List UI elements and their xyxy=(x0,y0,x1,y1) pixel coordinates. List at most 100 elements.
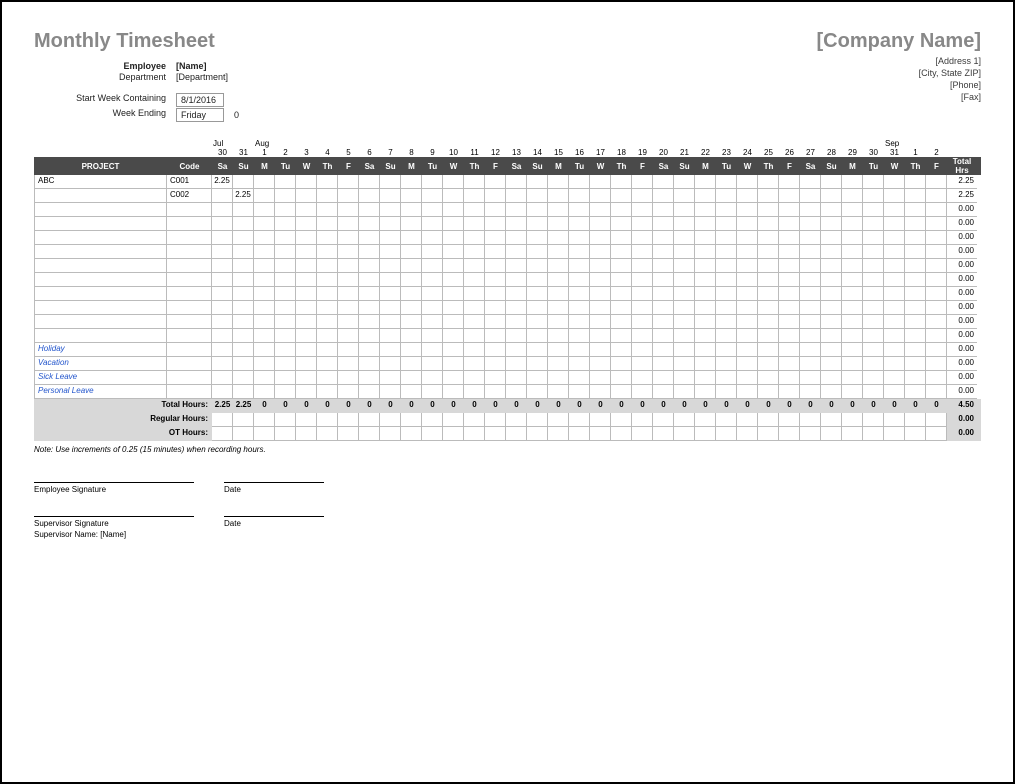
hours-cell[interactable] xyxy=(821,357,842,371)
hours-cell[interactable] xyxy=(695,357,716,371)
hours-cell[interactable] xyxy=(422,371,443,385)
hours-cell[interactable] xyxy=(611,245,632,259)
hours-cell[interactable] xyxy=(212,301,233,315)
hours-cell[interactable] xyxy=(905,175,926,189)
hours-cell[interactable] xyxy=(632,203,653,217)
total-day-cell[interactable] xyxy=(821,427,842,441)
hours-cell[interactable] xyxy=(506,259,527,273)
total-day-cell[interactable] xyxy=(401,413,422,427)
hours-cell[interactable] xyxy=(884,301,905,315)
hours-cell[interactable] xyxy=(548,273,569,287)
hours-cell[interactable] xyxy=(212,385,233,399)
hours-cell[interactable] xyxy=(716,329,737,343)
hours-cell[interactable] xyxy=(359,217,380,231)
hours-cell[interactable] xyxy=(380,217,401,231)
hours-cell[interactable] xyxy=(653,385,674,399)
hours-cell[interactable] xyxy=(716,231,737,245)
total-day-cell[interactable] xyxy=(737,413,758,427)
hours-cell[interactable] xyxy=(842,217,863,231)
hours-cell[interactable] xyxy=(401,231,422,245)
hours-cell[interactable] xyxy=(569,287,590,301)
hours-cell[interactable] xyxy=(380,385,401,399)
hours-cell[interactable] xyxy=(275,385,296,399)
hours-cell[interactable] xyxy=(737,357,758,371)
hours-cell[interactable] xyxy=(485,189,506,203)
hours-cell[interactable] xyxy=(758,385,779,399)
hours-cell[interactable] xyxy=(884,371,905,385)
hours-cell[interactable] xyxy=(443,329,464,343)
hours-cell[interactable] xyxy=(254,315,275,329)
hours-cell[interactable] xyxy=(695,329,716,343)
total-day-cell[interactable] xyxy=(254,427,275,441)
hours-cell[interactable] xyxy=(926,175,947,189)
hours-cell[interactable] xyxy=(464,273,485,287)
hours-cell[interactable] xyxy=(422,231,443,245)
hours-cell[interactable] xyxy=(233,301,254,315)
hours-cell[interactable] xyxy=(842,357,863,371)
hours-cell[interactable] xyxy=(548,357,569,371)
hours-cell[interactable] xyxy=(737,343,758,357)
hours-cell[interactable] xyxy=(527,287,548,301)
hours-cell[interactable] xyxy=(758,217,779,231)
hours-cell[interactable] xyxy=(422,203,443,217)
hours-cell[interactable] xyxy=(674,343,695,357)
hours-cell[interactable] xyxy=(275,245,296,259)
hours-cell[interactable] xyxy=(674,315,695,329)
hours-cell[interactable] xyxy=(296,329,317,343)
hours-cell[interactable] xyxy=(380,259,401,273)
hours-cell[interactable] xyxy=(674,231,695,245)
total-day-cell[interactable] xyxy=(212,427,233,441)
hours-cell[interactable] xyxy=(863,259,884,273)
total-day-cell[interactable] xyxy=(653,427,674,441)
total-day-cell[interactable] xyxy=(821,413,842,427)
hours-cell[interactable] xyxy=(254,217,275,231)
hours-cell[interactable] xyxy=(905,203,926,217)
hours-cell[interactable] xyxy=(233,175,254,189)
hours-cell[interactable] xyxy=(443,203,464,217)
hours-cell[interactable] xyxy=(884,217,905,231)
hours-cell[interactable] xyxy=(275,343,296,357)
hours-cell[interactable] xyxy=(275,259,296,273)
hours-cell[interactable] xyxy=(422,329,443,343)
hours-cell[interactable] xyxy=(212,287,233,301)
hours-cell[interactable] xyxy=(863,203,884,217)
hours-cell[interactable] xyxy=(548,315,569,329)
total-day-cell[interactable] xyxy=(674,413,695,427)
hours-cell[interactable] xyxy=(590,343,611,357)
total-day-cell[interactable] xyxy=(464,427,485,441)
project-cell[interactable]: Sick Leave xyxy=(34,371,167,385)
hours-cell[interactable] xyxy=(317,259,338,273)
hours-cell[interactable] xyxy=(338,343,359,357)
hours-cell[interactable] xyxy=(695,315,716,329)
hours-cell[interactable] xyxy=(527,175,548,189)
hours-cell[interactable] xyxy=(569,231,590,245)
hours-cell[interactable] xyxy=(275,301,296,315)
hours-cell[interactable] xyxy=(821,259,842,273)
hours-cell[interactable] xyxy=(821,329,842,343)
hours-cell[interactable] xyxy=(254,301,275,315)
total-day-cell[interactable] xyxy=(527,427,548,441)
hours-cell[interactable] xyxy=(548,217,569,231)
code-cell[interactable] xyxy=(167,357,212,371)
hours-cell[interactable] xyxy=(632,301,653,315)
hours-cell[interactable] xyxy=(422,175,443,189)
hours-cell[interactable] xyxy=(905,259,926,273)
project-cell[interactable] xyxy=(34,231,167,245)
hours-cell[interactable] xyxy=(863,175,884,189)
hours-cell[interactable] xyxy=(737,175,758,189)
hours-cell[interactable] xyxy=(884,189,905,203)
hours-cell[interactable] xyxy=(758,315,779,329)
hours-cell[interactable] xyxy=(716,385,737,399)
hours-cell[interactable] xyxy=(779,301,800,315)
hours-cell[interactable] xyxy=(842,231,863,245)
hours-cell[interactable] xyxy=(464,357,485,371)
hours-cell[interactable] xyxy=(380,357,401,371)
total-day-cell[interactable] xyxy=(422,413,443,427)
hours-cell[interactable] xyxy=(485,329,506,343)
hours-cell[interactable] xyxy=(779,357,800,371)
hours-cell[interactable] xyxy=(275,357,296,371)
hours-cell[interactable] xyxy=(296,203,317,217)
hours-cell[interactable] xyxy=(317,343,338,357)
hours-cell[interactable] xyxy=(527,203,548,217)
hours-cell[interactable] xyxy=(275,329,296,343)
